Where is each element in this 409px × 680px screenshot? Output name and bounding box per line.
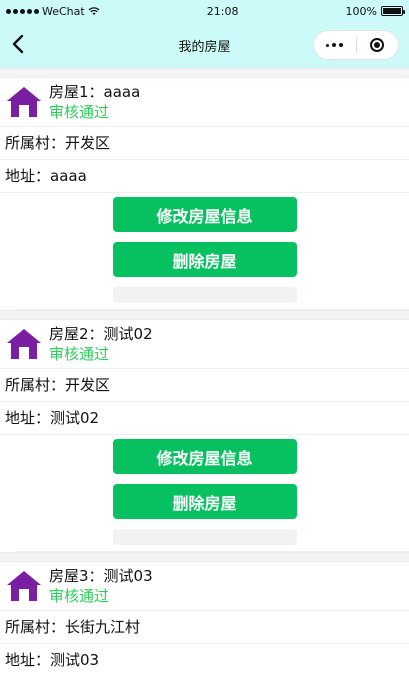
edit-house-button[interactable]: 修改房屋信息 bbox=[112, 439, 297, 474]
placeholder-bar bbox=[112, 529, 297, 545]
village-row: 所属村：开发区 bbox=[0, 368, 409, 401]
status-bar: WeChat 21:08 100% bbox=[0, 0, 409, 22]
house-card: 房屋3：测试03 审核通过 所属村：长街九江村 地址：测试03 bbox=[0, 562, 409, 676]
house-title: 房屋2：测试02 bbox=[49, 325, 153, 343]
house-list: 房屋1：aaaa 审核通过 所属村：开发区 地址：aaaa 修改房屋信息 删除房… bbox=[0, 68, 409, 676]
house-icon bbox=[7, 329, 41, 359]
mini-program-capsule bbox=[313, 30, 399, 60]
village-row: 所属村：开发区 bbox=[0, 126, 409, 159]
house-card: 房屋1：aaaa 审核通过 所属村：开发区 地址：aaaa 修改房屋信息 删除房… bbox=[0, 78, 409, 310]
house-header: 房屋1：aaaa 审核通过 bbox=[0, 78, 409, 126]
house-info: 房屋2：测试02 审核通过 bbox=[49, 324, 153, 364]
more-dots-icon bbox=[326, 43, 344, 47]
house-icon bbox=[7, 571, 41, 601]
village-row: 所属村：长街九江村 bbox=[0, 610, 409, 643]
section-gap bbox=[0, 68, 409, 78]
house-icon bbox=[7, 87, 41, 117]
section-gap bbox=[0, 552, 409, 562]
battery-percent: 100% bbox=[345, 4, 377, 18]
status-badge: 审核通过 bbox=[49, 103, 110, 121]
more-button[interactable] bbox=[314, 31, 356, 59]
battery-icon bbox=[381, 6, 405, 16]
status-right: 100% bbox=[345, 4, 405, 18]
house-actions: 修改房屋信息 删除房屋 bbox=[0, 434, 409, 551]
chevron-left-icon bbox=[12, 34, 24, 54]
house-header: 房屋3：测试03 审核通过 bbox=[0, 562, 409, 610]
edit-house-button[interactable]: 修改房屋信息 bbox=[112, 197, 297, 232]
status-badge: 审核通过 bbox=[49, 587, 110, 605]
target-icon bbox=[370, 38, 385, 52]
house-actions: 修改房屋信息 删除房屋 bbox=[0, 192, 409, 309]
status-badge: 审核通过 bbox=[49, 345, 110, 363]
status-time: 21:08 bbox=[206, 4, 239, 18]
section-gap bbox=[0, 310, 409, 320]
nav-bar: 我的房屋 bbox=[0, 22, 409, 68]
house-title: 房屋3：测试03 bbox=[49, 567, 153, 585]
house-header: 房屋2：测试02 审核通过 bbox=[0, 320, 409, 368]
placeholder-bar bbox=[112, 287, 297, 303]
address-row: 地址：测试02 bbox=[0, 401, 409, 434]
address-row: 地址：测试03 bbox=[0, 643, 409, 676]
status-left: WeChat bbox=[6, 5, 100, 18]
house-info: 房屋3：测试03 审核通过 bbox=[49, 566, 153, 606]
house-card: 房屋2：测试02 审核通过 所属村：开发区 地址：测试02 修改房屋信息 删除房… bbox=[0, 320, 409, 552]
house-info: 房屋1：aaaa 审核通过 bbox=[49, 82, 140, 122]
carrier-label: WeChat bbox=[42, 4, 85, 18]
wifi-icon bbox=[88, 7, 100, 15]
page-title: 我的房屋 bbox=[178, 39, 231, 55]
close-mini-program-button[interactable] bbox=[357, 31, 399, 59]
delete-house-button[interactable]: 删除房屋 bbox=[112, 242, 297, 277]
house-title: 房屋1：aaaa bbox=[49, 83, 141, 101]
back-button[interactable] bbox=[6, 32, 30, 56]
delete-house-button[interactable]: 删除房屋 bbox=[112, 484, 297, 519]
address-row: 地址：aaaa bbox=[0, 159, 409, 192]
signal-dots-icon bbox=[6, 8, 39, 14]
